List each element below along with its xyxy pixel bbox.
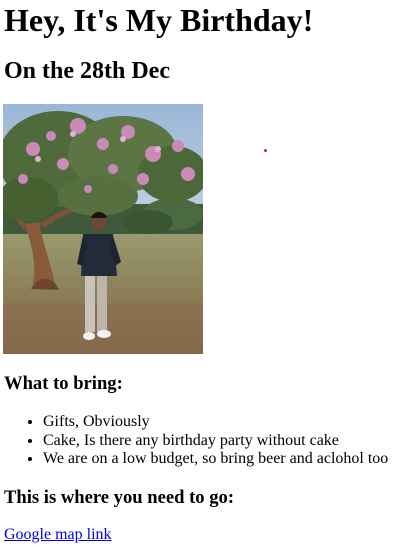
what-to-bring-heading: What to bring: <box>4 373 123 394</box>
list-item: Cake, Is there any birthday party withou… <box>43 432 388 451</box>
list-item: Gifts, Obviously <box>43 413 388 432</box>
red-dot-marker <box>264 149 267 152</box>
google-map-link[interactable]: Google map link <box>4 526 112 544</box>
list-item: We are on a low budget, so bring beer an… <box>43 450 388 469</box>
page-title: Hey, It's My Birthday! <box>4 2 314 38</box>
bring-list: Gifts, Obviously Cake, Is there any birt… <box>0 413 388 469</box>
birthday-photo <box>3 104 203 354</box>
location-heading: This is where you need to go: <box>4 487 235 508</box>
page: Hey, It's My Birthday! On the 28th Dec W… <box>0 0 401 552</box>
page-subtitle: On the 28th Dec <box>4 58 170 84</box>
